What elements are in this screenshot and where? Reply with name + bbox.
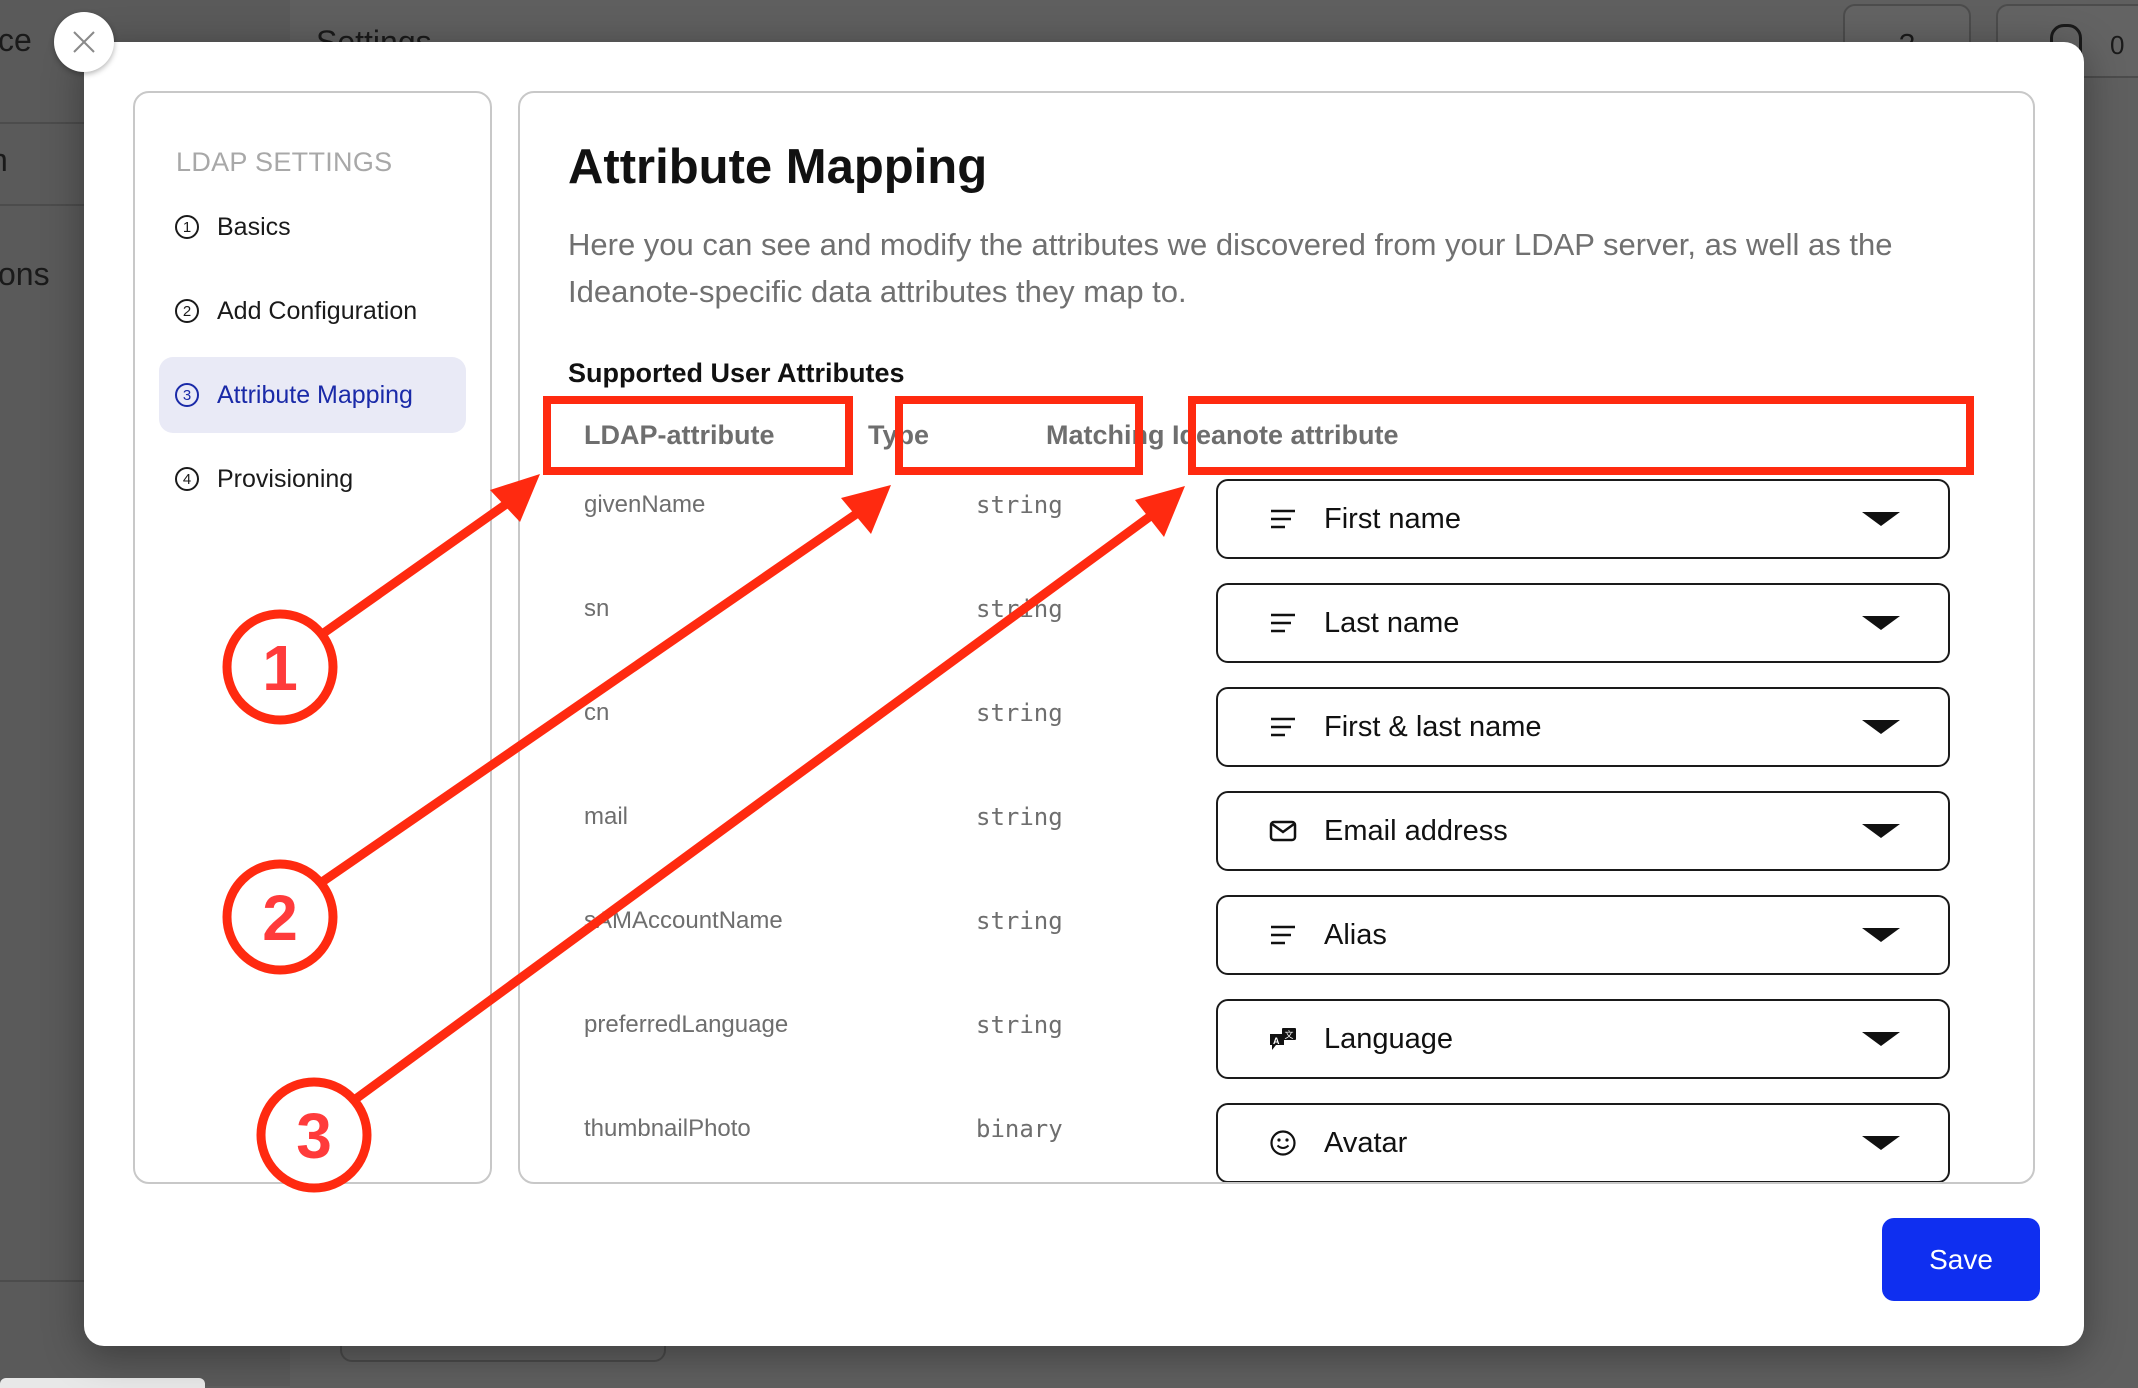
sidebar-item-attribute-mapping[interactable]: 3 Attribute Mapping [159, 357, 466, 433]
type-cell: string [976, 699, 1063, 727]
type-cell: string [976, 907, 1063, 935]
ldap-attribute-cell: thumbnailPhoto [584, 1115, 751, 1142]
background-tab [0, 1378, 205, 1388]
ldap-settings-modal: LDAP SETTINGS 1 Basics 2 Add Configurati… [84, 42, 2084, 1346]
sidebar-item-label: Add Configuration [217, 296, 418, 325]
ldap-attribute-cell: mail [584, 803, 629, 830]
matching-attribute-select[interactable]: First & last name [1216, 687, 1950, 767]
chevron-down-icon [1862, 1032, 1900, 1046]
page-title: Attribute Mapping [568, 140, 988, 194]
background-nav-text: n [0, 142, 8, 179]
ldap-attribute-cell: cn [584, 699, 610, 726]
svg-text:A: A [1273, 1036, 1280, 1046]
close-button[interactable] [54, 12, 114, 72]
page-description: Here you can see and modify the attribut… [568, 227, 1893, 309]
matching-attribute-select[interactable]: Email address [1216, 791, 1950, 871]
column-header-type: Type [868, 420, 930, 450]
step-number-icon: 1 [175, 215, 199, 239]
envelope-icon [1268, 816, 1298, 846]
type-cell: binary [976, 1115, 1063, 1143]
column-header-matching-attribute: Matching Ideanote attribute [1046, 420, 1399, 450]
sidebar-item-basics[interactable]: 1 Basics [159, 189, 466, 265]
selected-value: Email address [1324, 814, 1508, 847]
sidebar-title: LDAP SETTINGS [176, 147, 393, 177]
selected-value: Language [1324, 1022, 1454, 1055]
type-cell: string [976, 803, 1063, 831]
selected-value: Alias [1324, 918, 1387, 951]
chevron-down-icon [1862, 928, 1900, 942]
selected-value: Last name [1324, 606, 1460, 639]
matching-attribute-select[interactable]: Alias [1216, 895, 1950, 975]
selected-value: First name [1324, 502, 1461, 535]
smiley-icon [1268, 1128, 1298, 1158]
ldap-attribute-cell: sAMAccountName [584, 907, 783, 934]
selected-value: First & last name [1324, 710, 1542, 743]
matching-attribute-select[interactable]: Avatar [1216, 1103, 1950, 1182]
sidebar-item-provisioning[interactable]: 4 Provisioning [159, 441, 466, 517]
ldap-attribute-cell: sn [584, 595, 610, 622]
sidebar-item-label: Basics [217, 212, 291, 241]
background-nav-text: ce [0, 22, 32, 58]
type-cell: string [976, 491, 1063, 519]
background-element [340, 1346, 666, 1362]
type-cell: string [976, 1011, 1063, 1039]
matching-attribute-select[interactable]: First name [1216, 479, 1950, 559]
column-header-ldap-attribute: LDAP-attribute [584, 420, 775, 450]
chevron-down-icon [1862, 720, 1900, 734]
sidebar-item-label: Provisioning [217, 464, 354, 493]
type-cell: string [976, 595, 1063, 623]
text-lines-icon [1268, 712, 1298, 742]
step-number-icon: 2 [175, 299, 199, 323]
matching-attribute-select[interactable]: A文 Language [1216, 999, 1950, 1079]
step-number-icon: 4 [175, 467, 199, 491]
close-icon [73, 31, 95, 53]
ldap-settings-sidebar: LDAP SETTINGS 1 Basics 2 Add Configurati… [133, 91, 492, 1184]
text-lines-icon [1268, 504, 1298, 534]
chevron-down-icon [1862, 512, 1900, 526]
ldap-attribute-cell: preferredLanguage [584, 1011, 789, 1038]
ldap-attribute-cell: givenName [584, 491, 706, 518]
sidebar-item-label: Attribute Mapping [217, 380, 413, 409]
translate-icon: A文 [1268, 1024, 1298, 1054]
matching-attribute-select[interactable]: Last name [1216, 583, 1950, 663]
attribute-mapping-panel: Attribute Mapping Here you can see and m… [518, 91, 2035, 1184]
save-button[interactable]: Save [1882, 1218, 2040, 1301]
chevron-down-icon [1862, 824, 1900, 838]
sidebar-item-add-configuration[interactable]: 2 Add Configuration [159, 273, 466, 349]
notification-count: 0 [2110, 30, 2125, 60]
section-title: Supported User Attributes [568, 358, 905, 388]
svg-text:文: 文 [1285, 1029, 1294, 1041]
text-lines-icon [1268, 608, 1298, 638]
chevron-down-icon [1862, 616, 1900, 630]
step-number-icon: 3 [175, 383, 199, 407]
text-lines-icon [1268, 920, 1298, 950]
chevron-down-icon [1862, 1136, 1900, 1150]
background-nav-text: ons [0, 256, 50, 292]
selected-value: Avatar [1324, 1126, 1408, 1159]
